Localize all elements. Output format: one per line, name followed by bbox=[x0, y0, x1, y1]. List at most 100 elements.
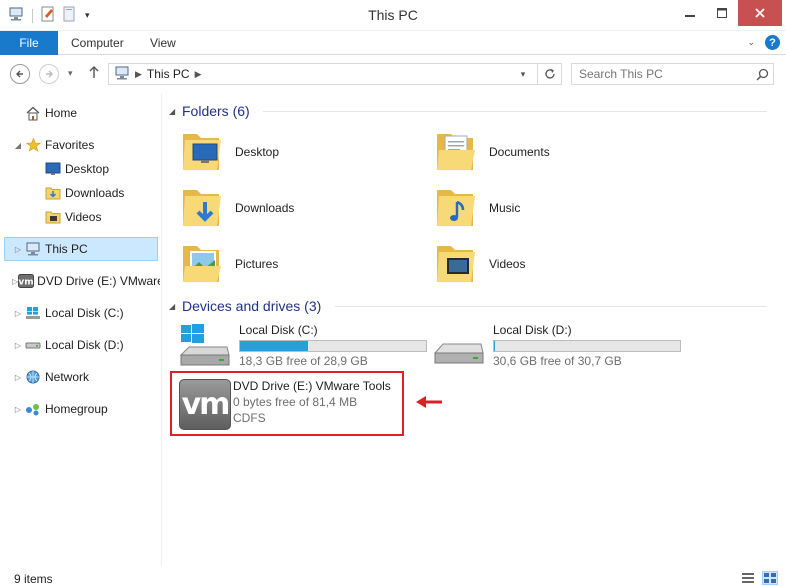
drive-tile-local-disk-c[interactable]: Local Disk (C:) 18,3 GB free of 28,9 GB bbox=[177, 323, 427, 371]
nav-item-label: Homegroup bbox=[45, 402, 108, 416]
folder-name: Documents bbox=[489, 145, 550, 159]
back-button[interactable] bbox=[10, 64, 30, 84]
windows-drive-icon bbox=[24, 305, 42, 321]
group-devices[interactable]: ◢ Devices and drives (3) bbox=[169, 296, 321, 316]
nav-item-network[interactable]: ▷ Network bbox=[0, 365, 89, 389]
forward-button[interactable] bbox=[39, 64, 59, 84]
content-pane: ◢ Folders (6) Desktop Documents Download… bbox=[163, 93, 786, 567]
nav-item-downloads[interactable]: Downloads bbox=[20, 181, 124, 205]
window-title: This PC bbox=[368, 7, 418, 23]
star-icon bbox=[24, 137, 42, 153]
address-history-dropdown-icon[interactable]: ▾ bbox=[515, 64, 531, 84]
search-input[interactable] bbox=[572, 65, 751, 83]
homegroup-icon bbox=[24, 401, 42, 417]
breadcrumb-this-pc[interactable]: This PC bbox=[147, 67, 190, 81]
folder-name: Desktop bbox=[235, 145, 280, 159]
folder-tile-downloads[interactable]: Downloads bbox=[179, 183, 294, 233]
drive-free-space: 30,6 GB free of 30,7 GB bbox=[493, 354, 622, 368]
folder-tile-videos[interactable]: Videos bbox=[433, 239, 525, 289]
videos-folder-icon bbox=[437, 246, 475, 282]
maximize-button[interactable] bbox=[706, 0, 738, 26]
drive-usage-fill bbox=[240, 341, 309, 351]
folder-name: Videos bbox=[489, 257, 526, 271]
address-bar[interactable]: ▶ This PC ▶ ▾ bbox=[108, 63, 562, 85]
folder-tile-pictures[interactable]: Pictures bbox=[179, 239, 278, 289]
drive-free-space: 0 bytes free of 81,4 MB bbox=[233, 395, 358, 409]
breadcrumb-chevron-icon[interactable]: ▶ bbox=[195, 69, 202, 80]
ribbon-tabs: File Computer View ⌄ ? bbox=[0, 31, 786, 55]
folder-tile-desktop[interactable]: Desktop bbox=[179, 127, 279, 177]
nav-item-local-disk-c[interactable]: ▷ Local Disk (C:) bbox=[0, 301, 124, 325]
title-bar: ▾ This PC bbox=[0, 0, 786, 31]
desktop-icon bbox=[44, 161, 62, 177]
tiles-view-icon[interactable] bbox=[762, 571, 778, 585]
ribbon-right-controls: ⌄ ? bbox=[747, 35, 780, 50]
nav-item-label: Home bbox=[45, 106, 78, 120]
collapse-icon[interactable]: ◢ bbox=[169, 302, 181, 311]
navigation-pane: Home ◢ Favorites Desktop Downloads Video… bbox=[0, 93, 162, 567]
nav-item-videos[interactable]: Videos bbox=[20, 205, 101, 229]
nav-item-home[interactable]: Home bbox=[0, 101, 77, 125]
expand-icon[interactable]: ▷ bbox=[12, 309, 24, 318]
folder-tile-documents[interactable]: Documents bbox=[433, 127, 550, 177]
windows-drive-icon bbox=[179, 324, 230, 366]
expand-icon[interactable]: ▷ bbox=[12, 373, 24, 382]
drive-name: Local Disk (C:) bbox=[239, 323, 318, 337]
home-icon bbox=[24, 105, 42, 121]
tab-computer[interactable]: Computer bbox=[71, 31, 124, 55]
nav-item-label: Videos bbox=[65, 210, 102, 224]
red-arrow-annotation-icon bbox=[416, 396, 442, 408]
help-icon[interactable]: ? bbox=[765, 35, 780, 50]
search-box[interactable] bbox=[571, 63, 774, 85]
expand-icon[interactable]: ▷ bbox=[12, 405, 24, 414]
computer-icon bbox=[24, 241, 42, 257]
drive-tile-local-disk-d[interactable]: Local Disk (D:) 30,6 GB free of 30,7 GB bbox=[431, 323, 681, 371]
nav-item-this-pc[interactable]: ▷ This PC bbox=[4, 237, 158, 261]
downloads-folder-icon bbox=[44, 185, 62, 201]
nav-item-dvd-drive[interactable]: ▷ vm DVD Drive (E:) VMware Tools bbox=[0, 269, 160, 293]
drive-tile-dvd-drive[interactable]: vm DVD Drive (E:) VMware Tools 0 bytes f… bbox=[170, 371, 404, 436]
nav-item-label: Favorites bbox=[45, 138, 95, 152]
music-folder-icon bbox=[437, 190, 475, 226]
group-title: Devices and drives (3) bbox=[182, 298, 322, 314]
refresh-icon[interactable] bbox=[537, 64, 561, 84]
folder-name: Downloads bbox=[235, 201, 295, 215]
svg-text:vm: vm bbox=[19, 278, 34, 288]
nav-item-local-disk-d[interactable]: ▷ Local Disk (D:) bbox=[0, 333, 124, 357]
drive-usage-fill bbox=[494, 341, 495, 351]
desktop-folder-icon bbox=[183, 134, 221, 170]
collapse-icon[interactable]: ◢ bbox=[169, 107, 181, 116]
folder-tile-music[interactable]: Music bbox=[433, 183, 520, 233]
collapse-icon[interactable]: ◢ bbox=[12, 141, 24, 150]
documents-folder-icon bbox=[437, 134, 475, 170]
nav-item-label: DVD Drive (E:) VMware Tools bbox=[37, 274, 160, 288]
search-icon[interactable] bbox=[751, 68, 773, 81]
drive-filesystem: CDFS bbox=[233, 411, 266, 425]
network-icon bbox=[24, 369, 42, 385]
up-button[interactable] bbox=[88, 65, 100, 82]
nav-item-label: Desktop bbox=[65, 162, 110, 176]
details-view-icon[interactable] bbox=[740, 571, 756, 585]
nav-item-desktop[interactable]: Desktop bbox=[20, 157, 109, 181]
breadcrumb-chevron-icon[interactable]: ▶ bbox=[135, 69, 142, 80]
drive-usage-bar bbox=[239, 340, 427, 352]
tab-view[interactable]: View bbox=[150, 31, 176, 55]
nav-item-favorites[interactable]: ◢ Favorites bbox=[0, 133, 94, 157]
nav-item-homegroup[interactable]: ▷ Homegroup bbox=[0, 397, 108, 421]
address-row: ▾ ▶ This PC ▶ ▾ bbox=[0, 55, 786, 93]
group-divider bbox=[335, 306, 767, 307]
recent-locations-icon[interactable]: ▾ bbox=[68, 68, 73, 79]
expand-icon[interactable]: ▷ bbox=[12, 245, 24, 254]
nav-item-label: Downloads bbox=[65, 186, 125, 200]
group-folders[interactable]: ◢ Folders (6) bbox=[169, 101, 250, 121]
vmware-icon: vm bbox=[18, 273, 35, 289]
window-controls bbox=[674, 0, 782, 26]
tab-file[interactable]: File bbox=[0, 31, 58, 55]
this-pc-icon bbox=[114, 66, 130, 83]
close-button[interactable] bbox=[738, 0, 782, 26]
status-bar: 9 items bbox=[0, 567, 786, 586]
drive-name: DVD Drive (E:) VMware Tools bbox=[233, 379, 391, 393]
expand-ribbon-icon[interactable]: ⌄ bbox=[747, 37, 755, 48]
minimize-button[interactable] bbox=[674, 0, 706, 26]
expand-icon[interactable]: ▷ bbox=[12, 341, 24, 350]
